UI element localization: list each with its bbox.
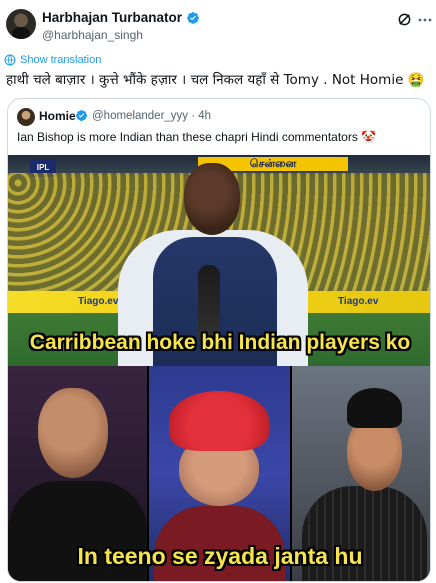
tweet-header: Harbhajan Turbanator @harbhajan_singh bbox=[0, 0, 436, 50]
quoted-text: Ian Bishop is more Indian than these cha… bbox=[17, 130, 377, 144]
meme-caption-top: Carribbean hoke bhi Indian players ko bbox=[29, 331, 411, 354]
tweet-text: हाथी चले बाज़ार । कुत्ते भौंके हज़ार । च… bbox=[6, 72, 425, 88]
ad-text-left: Tiago.ev bbox=[78, 296, 119, 307]
presenter-head bbox=[184, 163, 240, 235]
verified-badge-icon bbox=[76, 110, 88, 121]
patka bbox=[347, 388, 402, 428]
quoted-tweet[interactable]: Homie @homelander_yyy · 4h Ian Bishop is… bbox=[7, 98, 431, 582]
author-name-row: Harbhajan Turbanator bbox=[42, 10, 200, 25]
quoted-author-name: Homie bbox=[39, 109, 76, 123]
quoted-avatar bbox=[17, 108, 35, 126]
grok-icon[interactable] bbox=[397, 12, 412, 27]
show-translation-link[interactable]: Show translation bbox=[4, 54, 101, 66]
quoted-handle-time: @homelander_yyy · 4h bbox=[92, 110, 212, 122]
show-translation-label[interactable]: Show translation bbox=[20, 54, 101, 66]
verified-badge-icon bbox=[187, 11, 200, 24]
ad-text-right: Tiago.ev bbox=[338, 296, 379, 307]
meme-image[interactable]: சென்னை IPL Tiago.ev Tiago.ev Carribbean … bbox=[8, 155, 430, 581]
translate-icon bbox=[4, 54, 16, 66]
person-face bbox=[38, 388, 108, 478]
author-name[interactable]: Harbhajan Turbanator bbox=[42, 10, 182, 25]
meme-caption-bottom: In teeno se zyada janta hu bbox=[77, 543, 363, 569]
turban bbox=[169, 391, 269, 451]
avatar[interactable] bbox=[6, 9, 36, 39]
author-handle[interactable]: @harbhajan_singh bbox=[42, 28, 143, 42]
more-icon[interactable] bbox=[418, 18, 432, 22]
